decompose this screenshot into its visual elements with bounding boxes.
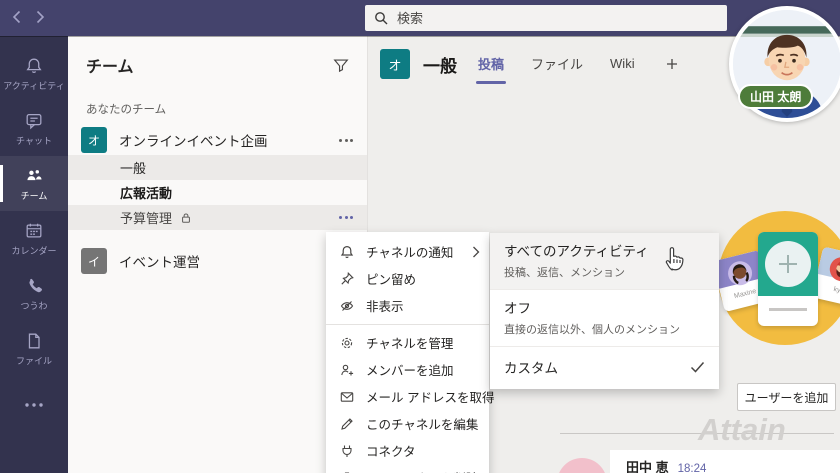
add-member-plus-icon [765,241,811,287]
rail-item-label: アクティビティ [3,79,64,92]
menu-item-get-email[interactable]: メール アドレスを取得 [326,383,489,410]
submenu-item-all-activity[interactable]: すべてのアクティビティ 投稿、返信、メンション [490,233,719,290]
tab-files[interactable]: ファイル [531,54,583,75]
message-divider [560,433,834,434]
envelope-icon [339,389,355,405]
rail-item-label: ファイル [16,354,52,367]
rail-item-label: つうわ [20,299,47,312]
chevron-right-icon [472,246,480,258]
search-icon [374,11,388,25]
checkmark-icon [690,361,705,373]
message-author-avatar [557,458,607,473]
teams-list-panel: チーム あなたのチーム オ オンラインイベント企画 一般 広報活動 予算管理 イ [68,36,368,473]
message-timestamp: 18:24 [678,463,707,473]
message-author: 田中 恵 [626,457,669,473]
file-icon [24,331,44,351]
phone-icon [24,276,44,296]
bell-icon [24,56,44,76]
search-input[interactable] [395,10,718,27]
channel-notifications-submenu: すべてのアクティビティ 投稿、返信、メンション オフ 直接の返信以外、個人のメン… [490,233,719,389]
gear-icon [339,335,355,351]
submenu-item-off[interactable]: オフ 直接の返信以外、個人のメンション [490,290,719,347]
channel-row-pr[interactable]: 広報活動 [68,180,367,205]
channel-title: 一般 [423,52,457,77]
team-avatar: オ [81,127,107,153]
rail-item-activity[interactable]: アクティビティ [0,46,68,101]
menu-item-add-member[interactable]: メンバーを追加 [326,356,489,383]
back-icon[interactable] [12,10,21,24]
add-user-button[interactable]: ユーザーを追加 [737,383,836,411]
channel-row-general[interactable]: 一般 [68,155,367,180]
teams-icon [24,166,44,186]
tab-wiki[interactable]: Wiki [610,56,635,73]
rail-item-files[interactable]: ファイル [0,321,68,376]
rail-item-teams[interactable]: チーム [0,156,68,211]
team-row-event-ops[interactable]: イ イベント運営 [68,246,367,276]
presenter-name-label: 山田 太朗 [738,84,813,109]
message-preview[interactable]: 田中 恵 18:24 [610,450,840,473]
channel-avatar: オ [380,49,410,79]
channel-context-menu: チャネルの通知 ピン留め 非表示 チャネルを管理 [326,232,489,473]
attain-watermark: Attain [698,412,786,448]
team-avatar: イ [81,248,107,274]
tab-posts[interactable]: 投稿 [478,54,504,75]
channel-tabs: 投稿 ファイル Wiki [478,54,678,75]
rail-item-calendar[interactable]: カレンダー [0,211,68,266]
submenu-item-custom[interactable]: カスタム [490,347,719,389]
app-rail: アクティビティ チャット チーム カレンダー つうわ [0,36,68,473]
trash-icon [339,470,355,473]
illustration-card-add [758,232,818,326]
eye-off-icon [339,298,355,314]
menu-item-manage-channel[interactable]: チャネルを管理 [326,329,489,356]
presenter-overlay: 山田 太朗 [729,6,840,122]
pin-icon [339,271,355,287]
pencil-icon [339,416,355,432]
add-tab-icon[interactable] [666,58,678,70]
top-bar [0,0,840,36]
rail-item-label: チャット [16,134,52,147]
menu-divider [326,324,489,325]
teams-app-window: アクティビティ チャット チーム カレンダー つうわ [0,0,840,473]
rail-item-label: チーム [21,189,48,202]
channel-more-options-icon[interactable] [339,216,353,219]
chat-icon [24,111,44,131]
team-name: オンラインイベント企画 [119,130,327,150]
menu-item-delete-channel[interactable]: このチャネルを削除 [326,464,489,473]
menu-item-pin[interactable]: ピン留め [326,265,489,292]
search-box[interactable] [365,5,727,31]
person-add-icon [339,362,355,378]
rail-item-calls[interactable]: つうわ [0,266,68,321]
rail-more-apps-button[interactable] [0,384,68,426]
connector-icon [339,443,355,459]
menu-item-edit-channel[interactable]: このチャネルを編集 [326,410,489,437]
menu-item-channel-notifications[interactable]: チャネルの通知 [326,238,489,265]
rail-item-chat[interactable]: チャット [0,101,68,156]
bell-icon [339,244,355,260]
ellipsis-icon [25,403,43,407]
filter-icon[interactable] [332,56,350,74]
channel-row-budget[interactable]: 予算管理 [68,205,367,230]
menu-item-hide[interactable]: 非表示 [326,292,489,319]
menu-item-connectors[interactable]: コネクタ [326,437,489,464]
team-name: イベント運営 [119,251,353,271]
lock-icon [180,212,192,224]
calendar-icon [24,221,44,241]
team-more-options-icon[interactable] [339,139,353,142]
team-row-online-event[interactable]: オ オンラインイベント企画 [68,125,367,155]
your-teams-section-label: あなたのチーム [86,101,367,117]
panel-title: チーム [86,53,134,77]
forward-icon[interactable] [36,10,45,24]
rail-item-label: カレンダー [11,244,56,257]
